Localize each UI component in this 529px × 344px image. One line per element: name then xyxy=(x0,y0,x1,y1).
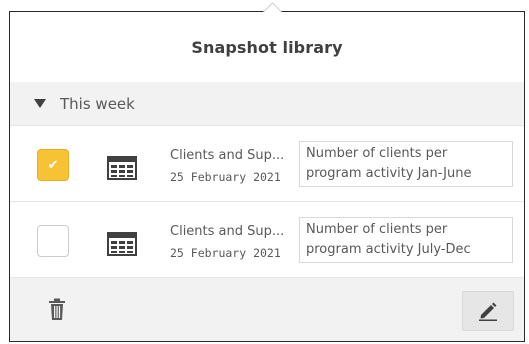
dialog-title: Snapshot library xyxy=(191,37,343,57)
snapshot-name: Clients and Sup... xyxy=(170,148,285,163)
section-header-this-week[interactable]: This week xyxy=(10,82,524,126)
pencil-icon xyxy=(479,302,497,321)
snapshot-date: 25 February 2021 xyxy=(170,246,281,260)
dialog-footer xyxy=(10,278,524,341)
checkmark-icon: ✔ xyxy=(47,157,59,173)
snapshot-row[interactable]: ✔ Clients and Sup... 25 February 2021 Nu… xyxy=(10,126,524,202)
edit-button[interactable] xyxy=(462,291,514,331)
snapshot-name: Clients and Sup... xyxy=(170,224,285,239)
description-line: program activity Jan-June xyxy=(306,166,472,181)
snapshot-description-field[interactable]: Number of clients per program activity J… xyxy=(299,141,513,187)
trash-icon[interactable] xyxy=(46,298,68,322)
snapshot-date: 25 February 2021 xyxy=(170,170,281,184)
description-line: program activity July-Dec xyxy=(306,242,471,257)
caret-down-icon[interactable] xyxy=(34,99,46,108)
section-label: This week xyxy=(60,94,135,113)
description-line: Number of clients per xyxy=(306,222,448,237)
snapshot-checkbox[interactable] xyxy=(37,225,69,257)
snapshot-description-field[interactable]: Number of clients per program activity J… xyxy=(299,217,513,263)
description-line: Number of clients per xyxy=(306,146,448,161)
snapshot-row[interactable]: Clients and Sup... 25 February 2021 Numb… xyxy=(10,202,524,278)
table-icon xyxy=(107,232,137,256)
table-icon xyxy=(107,156,137,180)
snapshot-library-dialog: Snapshot library This week ✔ Clients and… xyxy=(9,11,525,342)
snapshot-checkbox[interactable]: ✔ xyxy=(37,149,69,181)
dialog-header: Snapshot library xyxy=(10,12,524,83)
